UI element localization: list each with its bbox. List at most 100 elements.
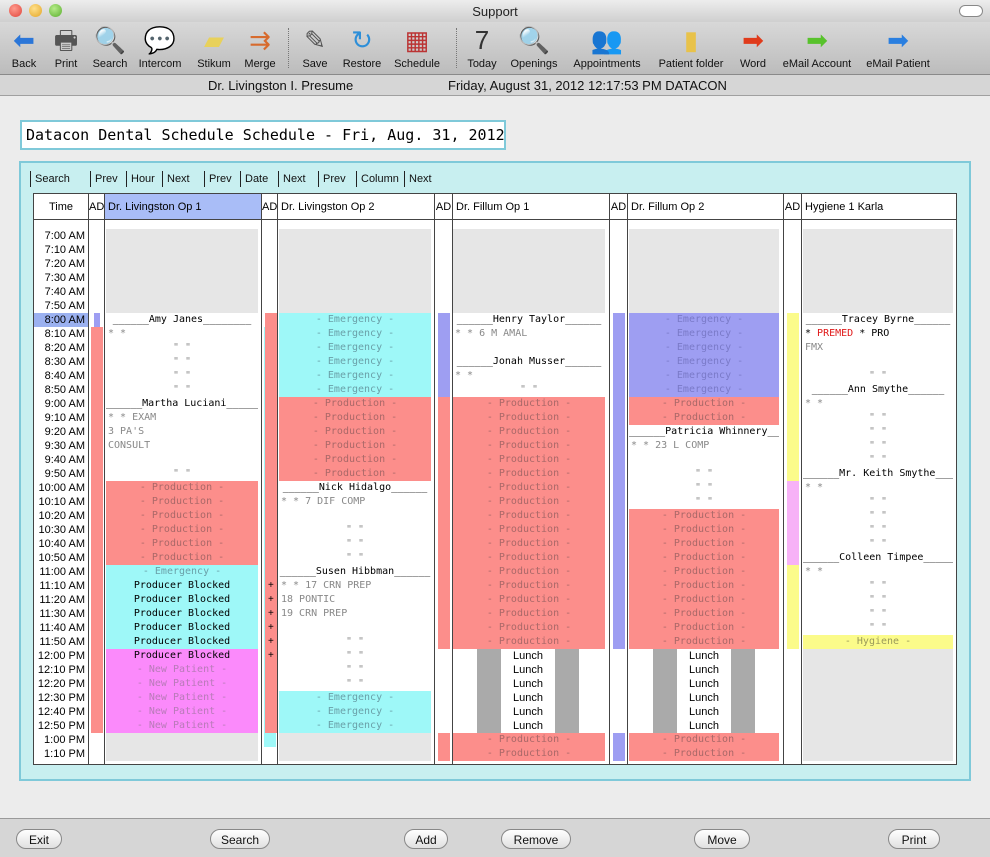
time-slot-label[interactable]: 11:10 AM <box>34 579 88 593</box>
appointment-slot[interactable]: ______Patricia Whinnery______ <box>629 425 779 439</box>
toolbar-button-restore[interactable]: ↻ Restore <box>340 24 384 72</box>
remove-button[interactable]: Remove <box>501 829 571 849</box>
appointment-slot[interactable]: " " <box>279 635 431 649</box>
time-slot-label[interactable]: 8:50 AM <box>34 383 88 397</box>
toolbar-button-stikum[interactable]: ▰ Stikum <box>192 24 236 72</box>
appointment-slot[interactable]: - New Patient - <box>106 705 258 719</box>
appointment-slot[interactable]: - Production - <box>279 397 431 411</box>
appointment-slot[interactable]: ______Susen Hibbman______ <box>279 565 431 579</box>
column-header-2[interactable]: Dr. Livingston Op 1 <box>105 194 262 220</box>
appointment-slot[interactable]: - New Patient - <box>106 719 258 733</box>
appointment-slot[interactable]: ______Jonah Musser______ <box>453 355 605 369</box>
appointment-slot[interactable]: 19 CRN PREP <box>279 607 431 621</box>
time-slot-label[interactable]: 10:10 AM <box>34 495 88 509</box>
lunch-slot[interactable]: Lunch <box>501 663 555 677</box>
appointment-slot[interactable]: - Production - <box>279 411 431 425</box>
lunch-slot[interactable]: Lunch <box>501 691 555 705</box>
appointment-slot[interactable]: " " <box>803 621 953 635</box>
appointment-slot[interactable]: - Production - <box>629 593 779 607</box>
appointment-slot[interactable]: " " <box>106 355 258 369</box>
toolbar-button-merge[interactable]: ⇉ Merge <box>240 24 280 72</box>
appointment-slot[interactable]: - Emergency - <box>279 705 431 719</box>
appointment-slot[interactable]: - Production - <box>106 523 258 537</box>
appointment-slot[interactable]: 3 PA'S <box>106 425 258 439</box>
appointment-slot[interactable]: CONSULT <box>106 439 258 453</box>
appointment-slot[interactable]: - Production - <box>629 621 779 635</box>
appointment-slot[interactable]: - Production - <box>629 579 779 593</box>
appointment-slot[interactable]: - Production - <box>629 397 779 411</box>
appointment-slot[interactable]: - Production - <box>629 551 779 565</box>
appointment-slot[interactable]: ______Ann Smythe______ <box>803 383 953 397</box>
appointment-slot[interactable]: 18 PONTIC <box>279 593 431 607</box>
appointment-slot[interactable]: - Emergency - <box>279 691 431 705</box>
appointment-slot[interactable]: - Production - <box>453 607 605 621</box>
move-button[interactable]: Move <box>694 829 750 849</box>
appointment-slot[interactable]: " " <box>803 453 953 467</box>
appointment-slot[interactable]: * * <box>803 565 953 579</box>
appointment-slot[interactable]: - New Patient - <box>106 691 258 705</box>
nav-date-5[interactable]: Date <box>240 171 268 187</box>
nav-next-9[interactable]: Next <box>404 171 432 187</box>
appointment-slot[interactable]: - Production - <box>279 439 431 453</box>
time-slot-label[interactable]: 9:00 AM <box>34 397 88 411</box>
toolbar-button-schedule[interactable]: ▦ Schedule <box>390 24 444 72</box>
toolbar-button-patient-folder[interactable]: ▮ Patient folder <box>652 24 730 72</box>
column-header-3[interactable]: AD <box>262 194 278 220</box>
lunch-slot[interactable]: Lunch <box>677 719 731 733</box>
time-slot-label[interactable]: 12:50 PM <box>34 719 88 733</box>
appointment-slot[interactable]: " " <box>629 481 779 495</box>
time-slot-label[interactable]: 10:50 AM <box>34 551 88 565</box>
appointment-slot[interactable]: - Production - <box>453 635 605 649</box>
time-slot-label[interactable]: 7:10 AM <box>34 243 88 257</box>
nav-next-6[interactable]: Next <box>278 171 306 187</box>
nav-prev-4[interactable]: Prev <box>204 171 232 187</box>
time-slot-label[interactable]: 11:30 AM <box>34 607 88 621</box>
appointment-slot[interactable]: " " <box>629 495 779 509</box>
appointment-slot[interactable]: " " <box>803 523 953 537</box>
appointment-slot[interactable]: " " <box>803 425 953 439</box>
nav-next-3[interactable]: Next <box>162 171 190 187</box>
appointment-slot[interactable]: - Production - <box>453 481 605 495</box>
appointment-slot[interactable]: - Production - <box>453 551 605 565</box>
appointment-slot[interactable]: " " <box>106 383 258 397</box>
appointment-slot[interactable]: " " <box>279 551 431 565</box>
column-header-1[interactable]: AD <box>89 194 105 220</box>
appointment-slot[interactable]: " " <box>803 439 953 453</box>
appointment-slot[interactable]: - Production - <box>279 467 431 481</box>
appointment-slot[interactable]: - Production - <box>629 523 779 537</box>
appointment-slot[interactable]: " " <box>803 537 953 551</box>
appointment-slot[interactable]: - Emergency - <box>279 355 431 369</box>
appointment-slot[interactable]: - Production - <box>453 523 605 537</box>
appointment-slot[interactable]: Producer Blocked <box>106 621 258 635</box>
appointment-slot[interactable]: - Production - <box>453 425 605 439</box>
print-button[interactable]: Print <box>888 829 940 849</box>
time-slot-label[interactable]: 11:00 AM <box>34 565 88 579</box>
appointment-slot[interactable]: " " <box>803 593 953 607</box>
appointment-slot[interactable]: - Production - <box>453 439 605 453</box>
lunch-slot[interactable]: Lunch <box>501 705 555 719</box>
appointment-slot[interactable]: - Production - <box>279 453 431 467</box>
appointment-slot[interactable]: - Production - <box>453 495 605 509</box>
appointment-slot[interactable]: " " <box>106 369 258 383</box>
column-header-5[interactable]: AD <box>435 194 453 220</box>
lunch-slot[interactable]: Lunch <box>501 649 555 663</box>
appointment-slot[interactable]: ______Mr. Keith Smythe______ <box>803 467 953 481</box>
appointment-slot[interactable]: * * <box>803 481 953 495</box>
toolbar-button-openings[interactable]: 🔍 Openings <box>506 24 562 72</box>
appointment-slot[interactable]: - Production - <box>106 551 258 565</box>
time-slot-label[interactable]: 8:10 AM <box>34 327 88 341</box>
nav-prev-7[interactable]: Prev <box>318 171 346 187</box>
appointment-slot[interactable]: * * <box>106 327 258 341</box>
time-slot-label[interactable]: 8:20 AM <box>34 341 88 355</box>
appointment-slot[interactable]: Producer Blocked <box>106 579 258 593</box>
appointment-slot[interactable]: - Emergency - <box>279 327 431 341</box>
premed-note[interactable]: * PREMED * PRO <box>805 327 953 341</box>
nav-hour-2[interactable]: Hour <box>126 171 155 187</box>
time-slot-label[interactable]: 8:00 AM <box>34 313 88 327</box>
appointment-slot[interactable]: ______Amy Janes________ <box>106 313 258 327</box>
toolbar-button-today[interactable]: 7 Today <box>462 24 502 72</box>
appointment-slot[interactable]: - Emergency - <box>279 719 431 733</box>
appointment-slot[interactable]: - Emergency - <box>629 355 779 369</box>
appointment-slot[interactable]: " " <box>279 537 431 551</box>
appointment-slot[interactable]: " " <box>279 677 431 691</box>
